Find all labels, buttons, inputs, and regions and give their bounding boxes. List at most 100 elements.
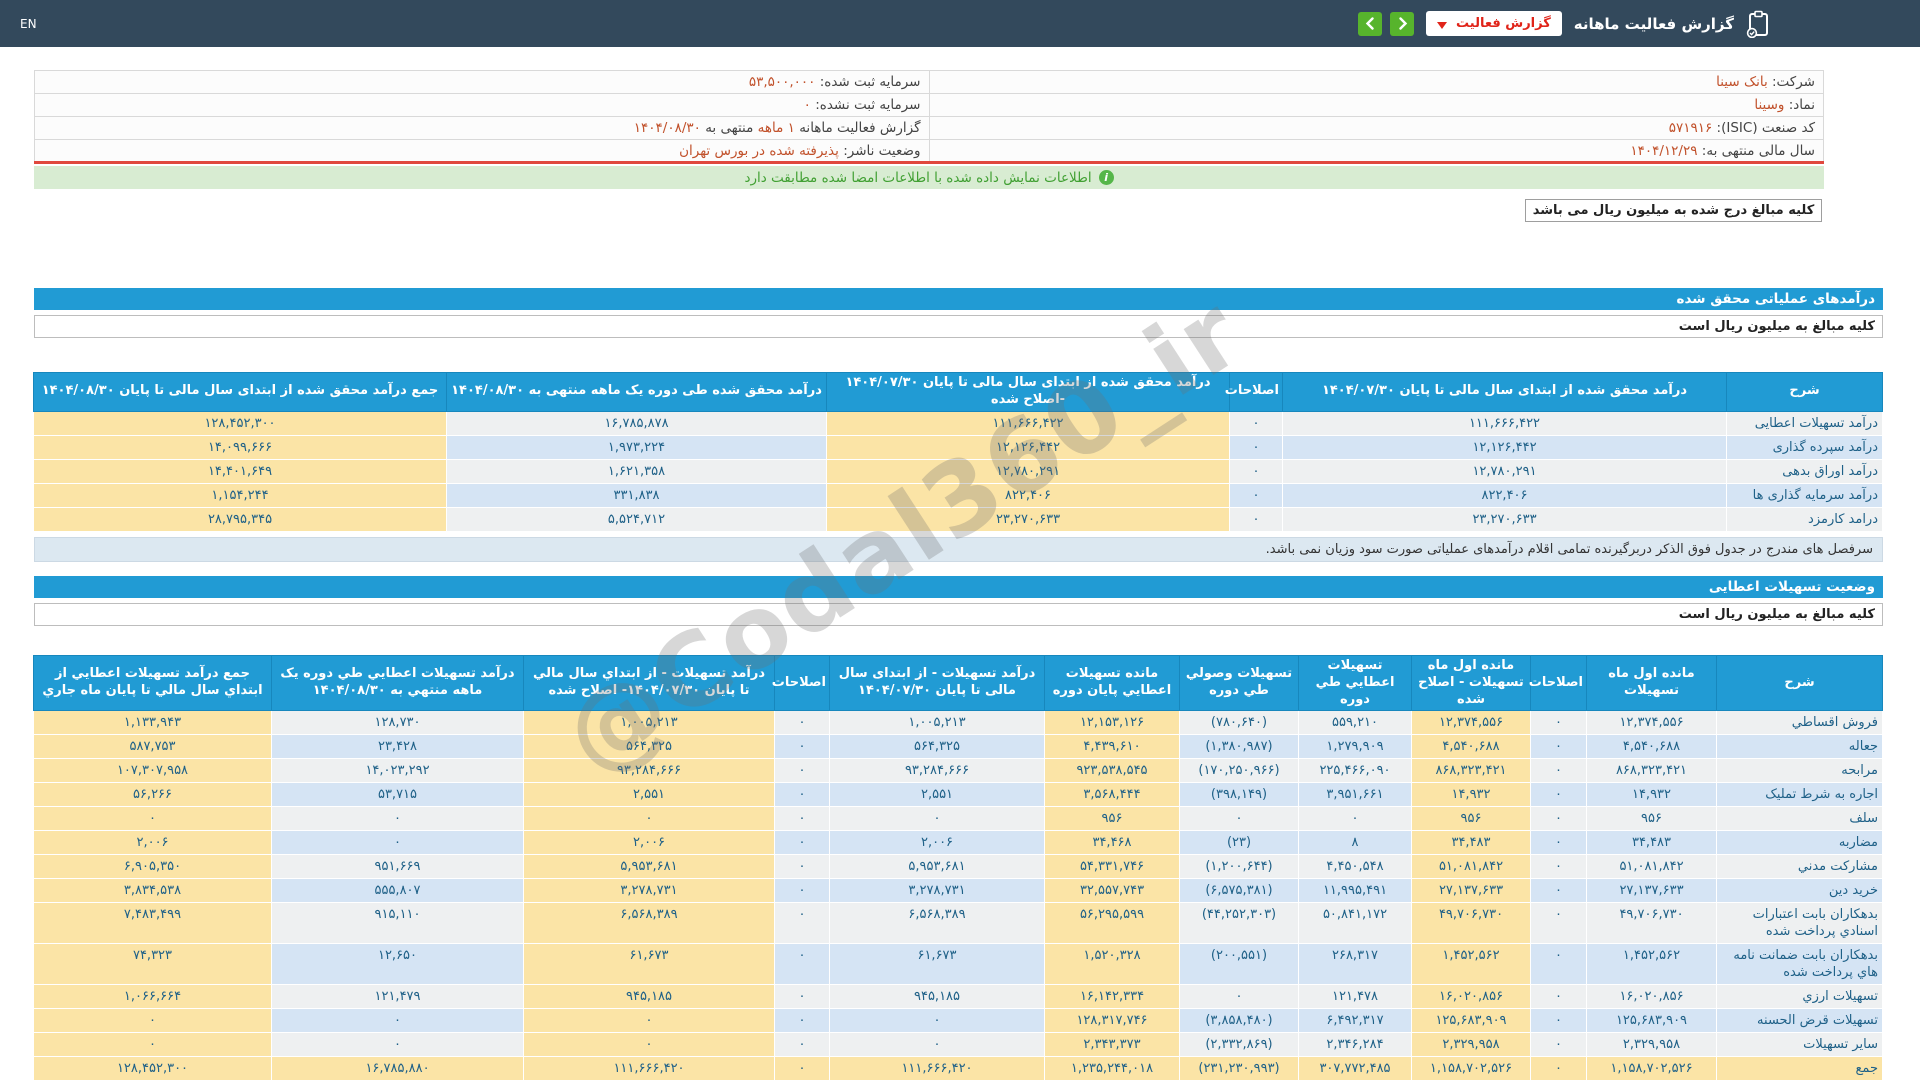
income-cell: ۰ (1229, 434, 1283, 460)
income-cell: ۲۳,۲۷۰,۶۳۳ (1282, 506, 1727, 532)
language-switch-en[interactable]: EN (20, 17, 37, 31)
facilities-row: سلف ۹۵۶ ۰ ۹۵۶ ۰ ۰ ۹۵۶ ۰ ۰ ۰ ۰ ۰ (33, 806, 1883, 832)
facilities-cell: ۱۴,۰۲۳,۲۹۲ (271, 758, 524, 784)
facilities-cell: ۳,۹۵۱,۶۶۱ (1298, 782, 1412, 808)
facilities-cell: ۱,۵۲۰,۳۲۸ (1044, 943, 1180, 986)
facilities-cell: ۰ (774, 902, 830, 945)
facilities-cell: ۴۹,۷۰۶,۷۳۰ (1586, 902, 1717, 945)
facilities-column-header: جمع درآمد تسهیلات اعطایي از ابتداي سال م… (33, 654, 272, 712)
facilities-cell: ۱,۱۵۸,۷۰۲,۵۲۶ (1586, 1056, 1717, 1080)
info-circle-icon: i (1098, 170, 1114, 185)
facilities-cell: ۲۶۸,۳۱۷ (1298, 943, 1412, 986)
facilities-row: جعاله ۴,۵۴۰,۶۸۸ ۰ ۴,۵۴۰,۶۸۸ ۱,۲۷۹,۹۰۹ (۱,۳۸۰,… (33, 734, 1883, 760)
facilities-cell: ۰ (1530, 734, 1587, 760)
company-info-cell: وضعیت ناشر: پذیرفته شده در بورس تهران (34, 139, 930, 163)
facilities-cell: ۵۶,۲۹۵,۵۹۹ (1044, 902, 1180, 945)
facilities-cell: ۳۰۷,۷۷۲,۴۸۵ (1298, 1056, 1412, 1080)
report-type-dropdown[interactable]: گزارش فعالیت (1426, 11, 1562, 36)
income-cell: ۱۲,۷۸۰,۲۹۱ (1282, 458, 1727, 484)
income-cell: ۳۳۱,۸۳۸ (446, 482, 827, 508)
income-row: درآمد سرمایه گذاری ها ۸۲۲,۴۰۶ ۰ ۸۲۲,۴۰۶ ۳۳۱,… (33, 482, 1883, 508)
facilities-cell: ۱,۲۳۵,۲۴۴,۰۱۸ (1044, 1056, 1180, 1080)
income-cell: ۰ (1229, 482, 1283, 508)
signed-info-banner: i اطلاعات نمایش داده شده با اطلاعات امضا… (34, 166, 1824, 189)
next-report-button[interactable] (1390, 11, 1415, 36)
facilities-cell: (۲۳۱,۲۳۰,۹۹۳) (1179, 1056, 1299, 1080)
facilities-cell: ۵۰,۸۴۱,۱۷۲ (1298, 902, 1412, 945)
facilities-cell: ۱,۴۵۲,۵۶۲ (1586, 943, 1717, 986)
facilities-cell: ۹۳,۲۸۴,۶۶۶ (523, 758, 775, 784)
facilities-row: تسهیلات ارزي ۱۶,۰۲۰,۸۵۶ ۰ ۱۶,۰۲۰,۸۵۶ ۱۲۱,۴۷۸… (33, 984, 1883, 1010)
income-column-header: جمع درآمد محقق شده از ابتدای سال مالی تا… (33, 372, 447, 412)
facilities-cell: ۰ (271, 1032, 524, 1058)
facilities-cell: ۶,۵۶۸,۳۸۹ (523, 902, 775, 945)
facilities-cell: ۸ (1298, 830, 1412, 856)
facilities-cell: (۱۷۰,۲۵۰,۹۶۶) (1179, 758, 1299, 784)
facilities-column-header: درآمد تسهیلات - از ابتدای سال مالی تا پا… (829, 654, 1045, 712)
facilities-cell: ۲۷,۱۳۷,۶۳۳ (1586, 878, 1717, 904)
facilities-cell: ۵۵۵,۸۰۷ (271, 878, 524, 904)
facilities-row-label: مرابحه (1716, 758, 1883, 784)
facilities-cell: (۲۳) (1179, 830, 1299, 856)
facilities-cell: ۹۵۶ (1044, 806, 1180, 832)
facilities-cell: ۱۶,۰۲۰,۸۵۶ (1586, 984, 1717, 1010)
facilities-cell: ۲,۰۰۶ (523, 830, 775, 856)
facilities-row: تسهیلات قرض الحسنه ۱۲۵,۶۸۳,۹۰۹ ۰ ۱۲۵,۶۸۳,۹۰… (33, 1008, 1883, 1034)
income-row-label: درامد کارمزد (1726, 506, 1883, 532)
facilities-cell: ۰ (774, 1008, 830, 1034)
company-info-cell: گزارش فعالیت ماهانه ۱ ماهه منتهی به ۱۴۰۴… (34, 116, 930, 140)
facilities-cell: ۰ (523, 806, 775, 832)
facilities-row: جمع ۱,۱۵۸,۷۰۲,۵۲۶ ۰ ۱,۱۵۸,۷۰۲,۵۲۶ ۳۰۷,۷۷۲,۴۸… (33, 1056, 1883, 1080)
facilities-cell: ۰ (33, 1008, 272, 1034)
income-cell: ۵,۵۲۴,۷۱۲ (446, 506, 827, 532)
facilities-cell: ۲۷,۱۳۷,۶۳۳ (1411, 878, 1531, 904)
income-table: شرح درآمد محقق شده از ابتدای سال مالی تا … (33, 372, 1883, 532)
income-cell: ۱,۶۲۱,۳۵۸ (446, 458, 827, 484)
facilities-row-label: خرید دین (1716, 878, 1883, 904)
page-title: گزارش فعالیت ماهانه (1573, 14, 1734, 33)
facilities-cell: ۱۲,۳۷۴,۵۵۶ (1586, 710, 1717, 736)
facilities-cell: ۴۹,۷۰۶,۷۳۰ (1411, 902, 1531, 945)
facilities-cell: ۳۴,۴۸۳ (1411, 830, 1531, 856)
facilities-cell: ۵۱,۰۸۱,۸۴۲ (1411, 854, 1531, 880)
facilities-cell: ۰ (774, 854, 830, 880)
facilities-cell: ۱۶,۰۲۰,۸۵۶ (1411, 984, 1531, 1010)
facilities-cell: ۰ (774, 984, 830, 1010)
company-info-cell: شرکت: بانک سینا (928, 70, 1824, 94)
facilities-cell: ۱,۱۳۳,۹۴۳ (33, 710, 272, 736)
facilities-cell: ۱۶,۱۴۲,۳۳۴ (1044, 984, 1180, 1010)
facilities-cell: ۱۲۸,۴۵۲,۳۰۰ (33, 1056, 272, 1080)
facilities-cell: ۲۳,۴۲۸ (271, 734, 524, 760)
facilities-cell: ۱,۱۵۸,۷۰۲,۵۲۶ (1411, 1056, 1531, 1080)
facilities-cell: ۳,۲۷۸,۷۳۱ (829, 878, 1045, 904)
company-info-cell: کد صنعت (ISIC): ۵۷۱۹۱۶ (928, 116, 1824, 140)
facilities-cell: ۴,۴۵۰,۵۴۸ (1298, 854, 1412, 880)
report-type-dropdown-label: گزارش فعالیت (1456, 16, 1551, 31)
income-row: درآمد تسهیلات اعطایی ۱۱۱,۶۶۶,۴۲۲ ۰ ۱۱۱,۶۶۶,… (33, 410, 1883, 436)
income-cell: ۱۲,۱۲۶,۴۴۲ (1282, 434, 1727, 460)
facilities-cell: ۰ (1530, 943, 1587, 986)
facilities-row: مشارکت مدني ۵۱,۰۸۱,۸۴۲ ۰ ۵۱,۰۸۱,۸۴۲ ۴,۴۵۰,۵۴… (33, 854, 1883, 880)
facilities-cell: ۱۱۱,۶۶۶,۴۲۰ (523, 1056, 775, 1080)
facilities-cell: ۰ (829, 806, 1045, 832)
income-column-header: درآمد محقق شده از ابتدای سال مالی تا پای… (1282, 372, 1727, 412)
facilities-cell: ۱۲۵,۶۸۳,۹۰۹ (1586, 1008, 1717, 1034)
income-cell: ۰ (1229, 410, 1283, 436)
facilities-column-header: مانده اول ماه تسهیلات (1586, 654, 1717, 712)
facilities-cell: ۰ (774, 830, 830, 856)
income-cell: ۱۴,۴۰۱,۶۴۹ (33, 458, 447, 484)
facilities-cell: ۴,۵۴۰,۶۸۸ (1586, 734, 1717, 760)
company-info-cell: سال مالی منتهی به: ۱۴۰۴/۱۲/۲۹ (928, 139, 1824, 163)
income-cell: ۱۶,۷۸۵,۸۷۸ (446, 410, 827, 436)
company-info-row: نماد: وسینا سرمایه ثبت نشده: ۰ (34, 93, 1824, 117)
facilities-cell: ۰ (1530, 878, 1587, 904)
facilities-column-header: تسهیلات وصولي طي دوره (1179, 654, 1299, 712)
facilities-cell: ۱۲۱,۴۷۸ (1298, 984, 1412, 1010)
facilities-cell: ۶,۴۹۲,۳۱۷ (1298, 1008, 1412, 1034)
section-income-header: درآمدهای عملیاتی محقق شده (34, 288, 1883, 310)
facilities-cell: ۳,۸۳۴,۵۳۸ (33, 878, 272, 904)
facilities-column-header: مانده اول ماه تسهیلات - اصلاح شده (1411, 654, 1531, 712)
previous-report-button[interactable] (1358, 11, 1383, 36)
facilities-cell: ۱۱۱,۶۶۶,۴۲۰ (829, 1056, 1045, 1080)
facilities-cell: ۳۴,۴۶۸ (1044, 830, 1180, 856)
